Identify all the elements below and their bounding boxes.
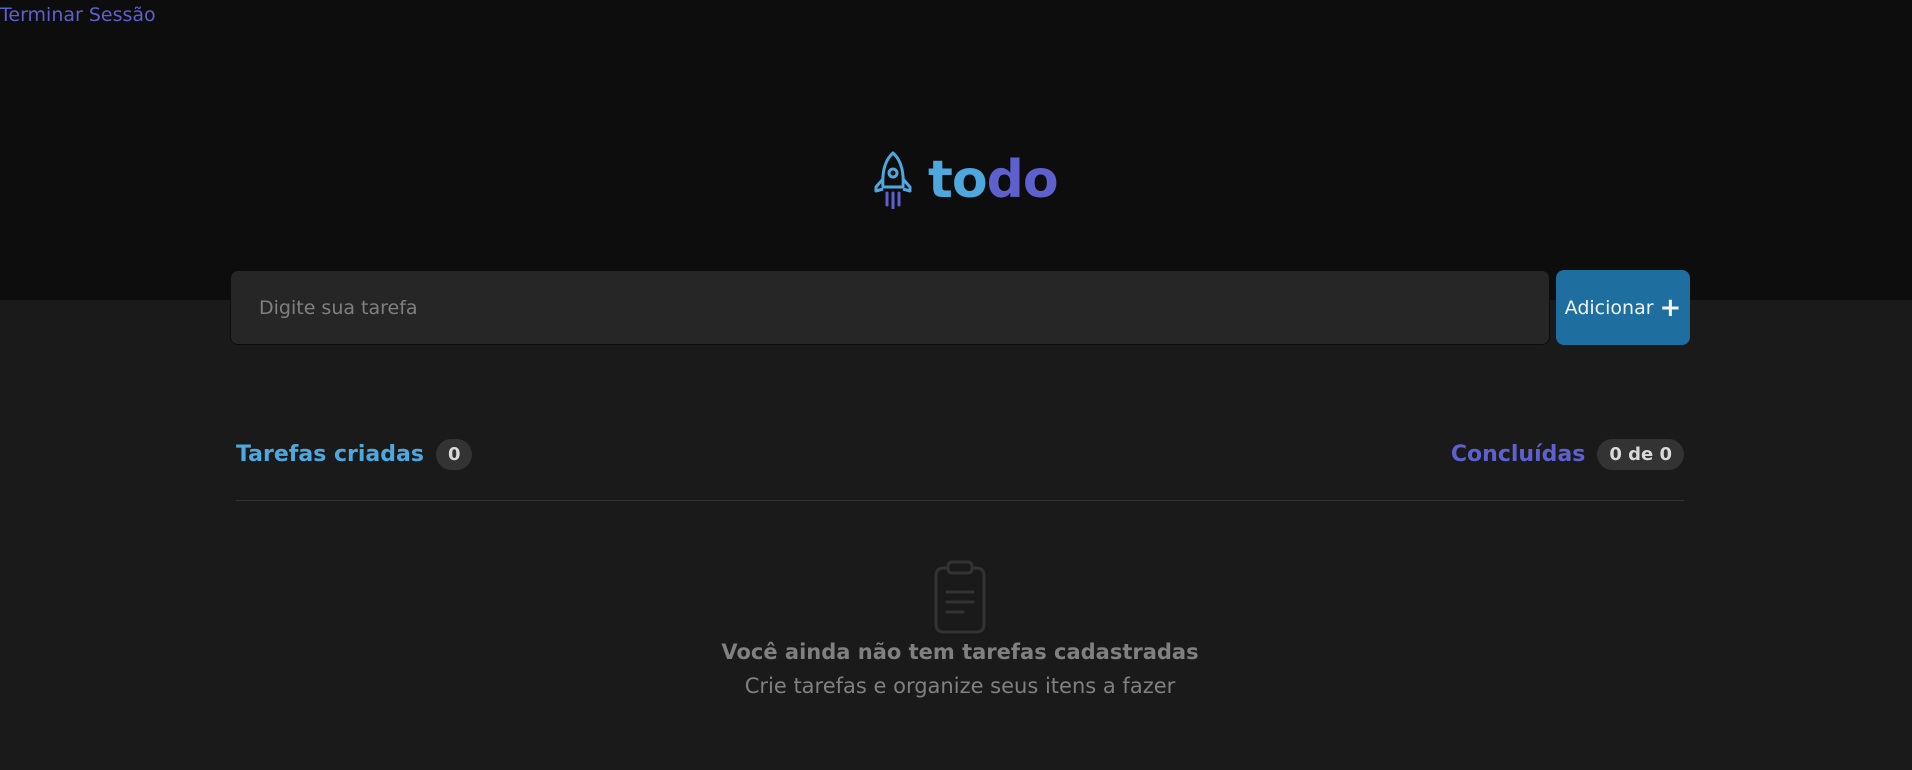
created-counter: Tarefas criadas 0 <box>236 438 473 470</box>
logo: todo <box>872 150 1059 210</box>
logout-link[interactable]: Terminar Sessão <box>0 4 156 26</box>
done-tasks-label: Concluídas <box>1450 441 1586 467</box>
task-counters: Tarefas criadas 0 Concluídas 0 de 0 <box>236 434 1684 474</box>
clipboard-icon <box>934 560 986 634</box>
empty-state: Você ainda não tem tarefas cadastradas C… <box>236 560 1684 698</box>
created-tasks-label: Tarefas criadas <box>236 441 424 467</box>
empty-state-title: Você ainda não tem tarefas cadastradas <box>721 640 1199 664</box>
divider <box>236 500 1684 501</box>
rocket-icon <box>874 151 912 209</box>
task-form: Adicionar + <box>230 270 1690 345</box>
empty-state-subtitle: Crie tarefas e organize seus itens a faz… <box>744 674 1176 698</box>
todo-app: Terminar Sessão todo Digite sua tarefa A… <box>0 0 1912 770</box>
logo-text-to: to <box>928 150 988 210</box>
task-input[interactable] <box>230 270 1550 345</box>
plus-icon: + <box>1659 292 1682 323</box>
add-task-button[interactable]: Adicionar + <box>1556 270 1690 345</box>
header: Terminar Sessão todo <box>0 0 1912 300</box>
created-tasks-badge: 0 <box>435 438 473 470</box>
done-tasks-badge: 0 de 0 <box>1597 438 1684 470</box>
logo-text: todo <box>928 154 1059 206</box>
done-counter: Concluídas 0 de 0 <box>1450 438 1684 470</box>
logo-text-do: do <box>986 150 1059 210</box>
add-button-label: Adicionar <box>1564 296 1654 319</box>
